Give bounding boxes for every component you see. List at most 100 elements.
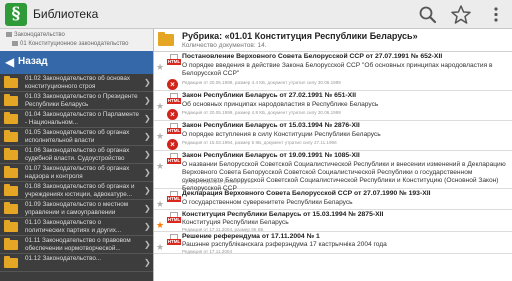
document-title: Декларация Верховного Совета Белорусской… <box>182 190 431 197</box>
breadcrumb: Законодательство 01 Конституционное зако… <box>0 29 153 51</box>
document-meta: Редакция от 20.05.1999, размер 4.4 КБ, д… <box>182 80 341 85</box>
action-bar: § Библиотека <box>0 0 512 29</box>
rubric-header: Рубрика: «01.01 Конституция Республики Б… <box>154 29 512 52</box>
format-badge: HTML <box>167 59 181 65</box>
html-document-icon: HTML <box>167 123 181 134</box>
nav-item-label: 01.11 Законодательство о правовом обеспе… <box>25 237 131 252</box>
folder-icon <box>4 220 18 232</box>
folder-open-icon <box>158 32 174 46</box>
html-document-icon: HTML <box>167 234 181 245</box>
back-label: Назад <box>18 56 48 67</box>
document-description: Об основных принципах народовластия в Ре… <box>182 101 379 108</box>
nav-list-item[interactable]: 01.02 Законодательство об основах консти… <box>0 74 153 92</box>
nav-list-item[interactable]: 01.05 Законодательство об органах исполн… <box>0 128 153 146</box>
html-document-icon: HTML <box>167 191 181 202</box>
expired-status-icon: × <box>167 109 178 120</box>
chevron-right-icon: ❯ <box>144 204 151 213</box>
nav-list-item[interactable]: 01.09 Законодательство о местном управле… <box>0 200 153 218</box>
folder-icon <box>4 256 18 268</box>
folder-icon <box>4 148 18 160</box>
document-row[interactable]: ★ HTML Закон Республики Беларусь от 15.03.… <box>154 121 512 151</box>
nav-item-label: 01.07 Законодательство об органах надзор… <box>25 165 130 180</box>
nav-item-label: 01.12 Законодательство... <box>25 255 102 262</box>
document-row[interactable]: ★ HTML Закон Республики Беларусь от 19.09.… <box>154 151 512 192</box>
expired-status-icon: × <box>167 79 178 90</box>
document-title: Постановление Верховного Совета Белорусс… <box>182 53 443 60</box>
html-document-icon: HTML <box>167 54 181 65</box>
app-logo-icon[interactable]: § <box>5 3 27 26</box>
back-button[interactable]: ◀ Назад <box>0 51 153 74</box>
folder-icon <box>12 41 18 46</box>
document-description: О порядке введения в действие Закона Бел… <box>182 62 493 77</box>
document-title: Решение референдума от 17.11.2004 № 1 <box>182 233 320 240</box>
favorite-star-icon[interactable]: ★ <box>156 63 164 72</box>
nav-list-item[interactable]: 01.11 Законодательство о правовом обеспе… <box>0 236 153 254</box>
document-list: ★ HTML Постановление Верховного Совета Бел… <box>154 52 512 254</box>
expired-status-icon: × <box>167 139 178 150</box>
folder-icon <box>6 32 12 37</box>
favorite-star-icon[interactable]: ★ <box>156 200 164 209</box>
nav-list-item[interactable]: 01.04 Законодательство о Парламенте - На… <box>0 110 153 128</box>
folder-icon <box>4 130 18 142</box>
breadcrumb-item[interactable]: Законодательство <box>6 32 65 38</box>
nav-list-item[interactable]: 01.08 Законодательство об органах и учре… <box>0 182 153 200</box>
nav-list-item[interactable]: 01.06 Законодательство об органах судебн… <box>0 146 153 164</box>
document-meta: Редакция от 15.03.1994, размер 5 КБ, док… <box>182 140 337 145</box>
chevron-right-icon: ❯ <box>144 96 151 105</box>
document-count: Количество документов: 14. <box>182 42 267 49</box>
rubric-list: 01.02 Законодательство об основах консти… <box>0 74 153 272</box>
format-badge: HTML <box>167 158 181 164</box>
document-title: Закон Республики Беларусь от 27.02.1991 … <box>182 92 356 99</box>
document-meta: Редакция от 20.05.1999, размер 4.8 КБ, д… <box>182 110 341 115</box>
document-description: Конституция Республики Беларусь <box>182 219 289 226</box>
chevron-right-icon: ❯ <box>144 114 151 123</box>
html-document-icon: HTML <box>167 212 181 223</box>
folder-icon <box>4 202 18 214</box>
nav-item-label: 01.03 Законодательство о Президенте Респ… <box>25 93 138 108</box>
document-description: О государственном суверенитете Республик… <box>182 199 353 206</box>
nav-list-item[interactable]: 01.07 Законодательство об органах надзор… <box>0 164 153 182</box>
chevron-right-icon: ❯ <box>144 78 151 87</box>
overflow-menu-icon[interactable] <box>484 3 508 26</box>
document-title: Закон Республики Беларусь от 19.09.1991 … <box>182 152 360 159</box>
document-description: Рашэнне рэспубліканскага рэферэндума 17 … <box>182 241 387 248</box>
format-badge: HTML <box>167 128 181 134</box>
nav-list-item[interactable]: 01.10 Законодательство о политических па… <box>0 218 153 236</box>
chevron-right-icon: ❯ <box>144 258 151 267</box>
nav-item-label: 01.10 Законодательство о политических па… <box>25 219 122 234</box>
document-row[interactable]: ★ HTML Конституция Республики Беларусь от … <box>154 210 512 232</box>
chevron-right-icon: ❯ <box>144 168 151 177</box>
favorite-star-icon[interactable]: ★ <box>156 102 164 111</box>
document-row[interactable]: ★ HTML Решение референдума от 17.11.2004 №… <box>154 232 512 254</box>
document-title: Конституция Республики Беларусь от 15.03… <box>182 211 384 218</box>
folder-icon <box>4 184 18 196</box>
format-badge: HTML <box>167 217 181 223</box>
nav-item-label: 01.05 Законодательство об органах исполн… <box>25 129 130 144</box>
folder-icon <box>4 166 18 178</box>
navigation-pane: Законодательство 01 Конституционное зако… <box>0 29 153 281</box>
document-description: О порядке вступления в силу Конституции … <box>182 131 381 138</box>
nav-item-label: 01.08 Законодательство об органах и учре… <box>25 183 135 198</box>
favorite-star-icon[interactable]: ★ <box>156 132 164 141</box>
back-arrow-icon: ◀ <box>5 55 15 69</box>
nav-item-label: 01.09 Законодательство о местном управле… <box>25 201 129 216</box>
document-row[interactable]: ★ HTML Закон Республики Беларусь от 27.02.… <box>154 91 512 121</box>
nav-list-item[interactable]: 01.03 Законодательство о Президенте Респ… <box>0 92 153 110</box>
star-icon[interactable] <box>449 3 473 26</box>
breadcrumb-item[interactable]: 01 Конституционное законодательство <box>12 41 129 47</box>
favorite-star-icon[interactable]: ★ <box>156 243 164 252</box>
favorite-star-icon[interactable]: ★ <box>156 162 164 171</box>
document-row[interactable]: ★ HTML Декларация Верховного Совета Белору… <box>154 189 512 210</box>
html-document-icon: HTML <box>167 153 181 164</box>
nav-item-label: 01.04 Законодательство о Парламенте - На… <box>25 111 140 126</box>
favorite-star-icon[interactable]: ★ <box>156 221 164 230</box>
nav-item-label: 01.02 Законодательство об основах консти… <box>25 75 131 90</box>
format-badge: HTML <box>167 196 181 202</box>
chevron-right-icon: ❯ <box>144 132 151 141</box>
nav-list-item[interactable]: 01.12 Законодательство... ❯ <box>0 254 153 272</box>
folder-icon <box>4 112 18 124</box>
search-icon[interactable] <box>416 3 440 26</box>
folder-icon <box>4 94 18 106</box>
format-badge: HTML <box>167 239 181 245</box>
document-row[interactable]: ★ HTML Постановление Верховного Совета Бел… <box>154 52 512 91</box>
